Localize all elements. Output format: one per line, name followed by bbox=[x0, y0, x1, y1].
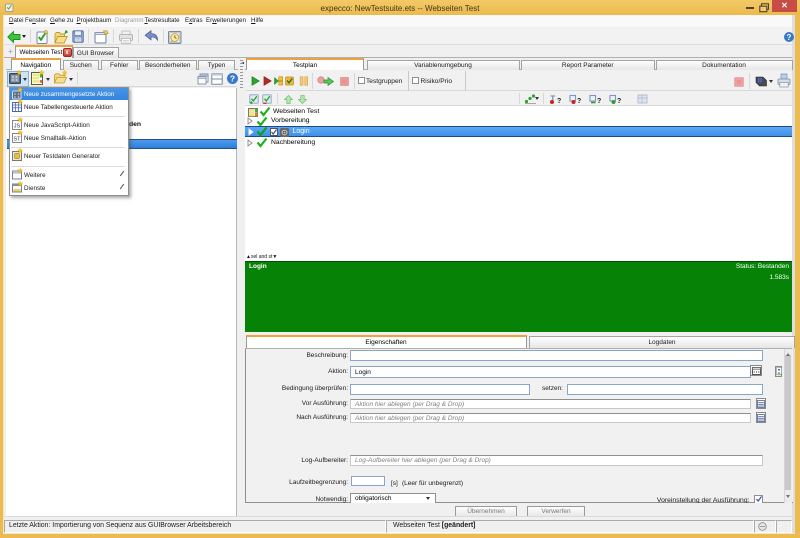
svg-text:ST: ST bbox=[13, 137, 21, 143]
svg-text:JS: JS bbox=[13, 124, 20, 130]
svg-text:?: ? bbox=[617, 98, 621, 105]
svg-text:?: ? bbox=[557, 98, 561, 105]
svg-text:?: ? bbox=[229, 73, 234, 83]
svg-text:?: ? bbox=[597, 98, 601, 105]
svg-text:?: ? bbox=[577, 98, 581, 105]
svg-text:?: ? bbox=[787, 32, 792, 41]
